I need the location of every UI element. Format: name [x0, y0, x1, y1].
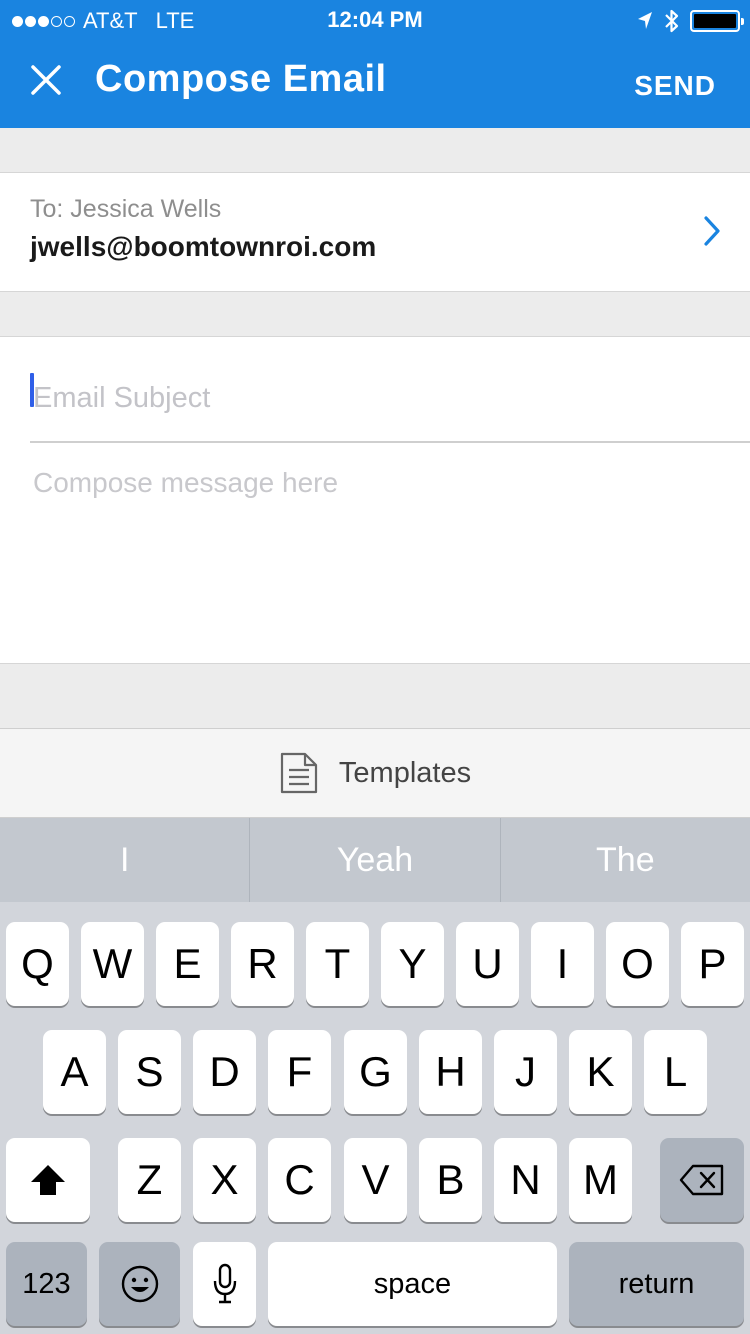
key-d[interactable]: D: [193, 1030, 256, 1114]
recipient-name: To: Jessica Wells: [30, 195, 222, 223]
key-m[interactable]: M: [569, 1138, 632, 1222]
key-i[interactable]: I: [531, 922, 594, 1006]
key-z[interactable]: Z: [118, 1138, 181, 1222]
key-j[interactable]: J: [494, 1030, 557, 1114]
keyboard: Q W E R T Y U I O P A S D F G H J K L Z …: [0, 902, 750, 1334]
dictation-key[interactable]: [193, 1242, 256, 1326]
key-w[interactable]: W: [81, 922, 144, 1006]
status-bar: AT&T LTE 12:04 PM: [0, 0, 750, 40]
shift-icon: [31, 1165, 65, 1195]
recipient-row[interactable]: To: Jessica Wells jwells@boomtownroi.com: [0, 172, 750, 292]
key-s[interactable]: S: [118, 1030, 181, 1114]
compose-area: [0, 336, 750, 664]
key-p[interactable]: P: [681, 922, 744, 1006]
prediction-item[interactable]: Yeah: [249, 818, 499, 902]
key-c[interactable]: C: [268, 1138, 331, 1222]
subject-input[interactable]: [30, 355, 750, 443]
document-icon: [280, 752, 318, 794]
return-key[interactable]: return: [569, 1242, 744, 1326]
key-k[interactable]: K: [569, 1030, 632, 1114]
bluetooth-icon: [665, 9, 679, 33]
key-l[interactable]: L: [644, 1030, 707, 1114]
text-cursor: [30, 373, 34, 407]
key-n[interactable]: N: [494, 1138, 557, 1222]
predictive-bar: I Yeah The: [0, 818, 750, 902]
prediction-item[interactable]: I: [0, 818, 249, 902]
key-e[interactable]: E: [156, 922, 219, 1006]
shift-key[interactable]: [6, 1138, 90, 1222]
key-g[interactable]: G: [344, 1030, 407, 1114]
key-t[interactable]: T: [306, 922, 369, 1006]
key-y[interactable]: Y: [381, 922, 444, 1006]
key-u[interactable]: U: [456, 922, 519, 1006]
key-h[interactable]: H: [419, 1030, 482, 1114]
page-title: Compose Email: [95, 58, 387, 100]
nav-bar: Compose Email SEND: [0, 40, 750, 128]
close-button[interactable]: [22, 56, 70, 104]
key-a[interactable]: A: [43, 1030, 106, 1114]
chevron-right-icon[interactable]: [702, 215, 722, 247]
key-b[interactable]: B: [419, 1138, 482, 1222]
message-input[interactable]: [30, 467, 730, 647]
key-q[interactable]: Q: [6, 922, 69, 1006]
key-v[interactable]: V: [344, 1138, 407, 1222]
close-icon: [31, 65, 61, 95]
send-button[interactable]: SEND: [634, 70, 716, 102]
numbers-key[interactable]: 123: [6, 1242, 87, 1326]
emoji-key[interactable]: [99, 1242, 180, 1326]
status-right: [636, 8, 744, 34]
emoji-icon: [121, 1265, 158, 1303]
battery-icon: [690, 10, 744, 32]
microphone-icon: [213, 1263, 236, 1304]
templates-button[interactable]: Templates: [0, 728, 750, 818]
templates-label: Templates: [338, 756, 472, 789]
recipient-email: jwells@boomtownroi.com: [30, 231, 377, 262]
space-key[interactable]: space: [268, 1242, 557, 1326]
key-f[interactable]: F: [268, 1030, 331, 1114]
key-o[interactable]: O: [606, 922, 669, 1006]
prediction-item[interactable]: The: [499, 818, 750, 902]
delete-key[interactable]: [660, 1138, 744, 1222]
header: AT&T LTE 12:04 PM Compose Email SEND: [0, 0, 750, 128]
key-x[interactable]: X: [193, 1138, 256, 1222]
backspace-icon: [679, 1164, 724, 1196]
location-arrow-icon: [638, 12, 652, 29]
key-r[interactable]: R: [231, 922, 294, 1006]
